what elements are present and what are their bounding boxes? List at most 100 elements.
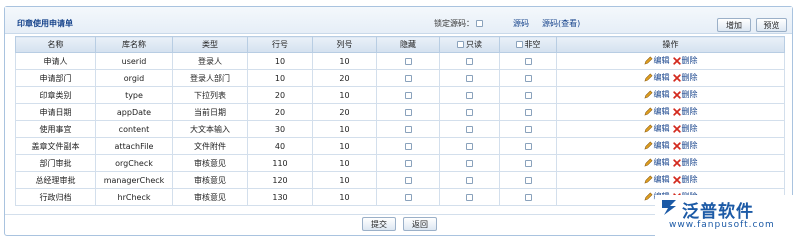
cell-name: 盖章文件副本 [15, 137, 96, 155]
hidden-checkbox[interactable] [404, 91, 412, 99]
cell-type: 登录人部门 [172, 69, 248, 87]
cell-name: 总经理审批 [15, 171, 96, 189]
pencil-icon[interactable] [643, 175, 653, 184]
readonly-checkbox[interactable] [466, 57, 473, 65]
cell-name: 部门审批 [15, 154, 96, 172]
hidden-cell [376, 137, 440, 155]
lock-source-label: 锁定源码： [434, 19, 474, 28]
cell-row: 20 [247, 86, 313, 104]
delete-link[interactable]: 删除 [682, 174, 698, 185]
cell-type: 审核意见 [172, 154, 248, 172]
hidden-checkbox[interactable] [404, 74, 412, 82]
required-checkbox[interactable] [524, 125, 532, 133]
required-checkbox[interactable] [524, 142, 532, 150]
add-button[interactable]: 增加 [717, 18, 751, 32]
delete-link[interactable]: 删除 [682, 72, 698, 83]
edit-link[interactable]: 编辑 [654, 174, 670, 185]
table-header-row: 名称 库名称 类型 行号 列号 隐藏 只读 非空 操作 [15, 36, 785, 53]
lock-source-option: 锁定源码： [434, 18, 483, 29]
required-cell [499, 171, 557, 189]
edit-link[interactable]: 编辑 [654, 140, 670, 151]
readonly-checkbox[interactable] [466, 91, 473, 99]
hidden-checkbox[interactable] [404, 159, 412, 167]
delete-link[interactable]: 删除 [682, 106, 698, 117]
table-row: 申请日期 appDate 当前日期 20 20 编辑 删除 [15, 103, 785, 121]
cell-actions: 编辑 删除 [556, 52, 785, 70]
delete-link[interactable]: 删除 [682, 157, 698, 168]
cell-col: 10 [312, 86, 377, 104]
edit-link[interactable]: 编辑 [654, 123, 670, 134]
hidden-checkbox[interactable] [404, 193, 412, 201]
preview-button[interactable]: 预览 [756, 18, 787, 32]
hidden-cell [376, 86, 440, 104]
cell-row: 20 [247, 103, 313, 121]
source-view-link[interactable]: 源码(查看) [542, 18, 580, 29]
delete-link[interactable]: 删除 [682, 123, 698, 134]
pencil-icon[interactable] [643, 141, 653, 150]
back-button[interactable]: 返回 [403, 217, 437, 231]
edit-link[interactable]: 编辑 [654, 157, 670, 168]
cell-actions: 编辑 删除 [556, 120, 785, 138]
pencil-icon[interactable] [643, 90, 653, 99]
readonly-checkbox[interactable] [466, 142, 473, 150]
delete-link[interactable]: 删除 [682, 89, 698, 100]
pencil-icon[interactable] [643, 73, 653, 82]
cell-name: 行政归档 [15, 188, 96, 206]
delete-x-icon[interactable] [672, 175, 681, 184]
col-header-required: 非空 [499, 36, 557, 53]
hidden-checkbox[interactable] [404, 176, 412, 184]
cell-type: 审核意见 [172, 188, 248, 206]
required-checkbox[interactable] [524, 159, 532, 167]
edit-link[interactable]: 编辑 [654, 89, 670, 100]
pencil-icon[interactable] [643, 124, 653, 133]
readonly-checkbox[interactable] [466, 108, 473, 116]
readonly-all-checkbox[interactable] [457, 41, 464, 48]
edit-link[interactable]: 编辑 [654, 72, 670, 83]
readonly-cell [439, 103, 500, 121]
hidden-checkbox[interactable] [404, 108, 412, 116]
hidden-checkbox[interactable] [404, 125, 412, 133]
cell-name: 印章类别 [15, 86, 96, 104]
delete-x-icon[interactable] [672, 158, 681, 167]
cell-name: 使用事宜 [15, 120, 96, 138]
delete-link[interactable]: 删除 [682, 55, 698, 66]
cell-type: 当前日期 [172, 103, 248, 121]
source-link[interactable]: 源码 [513, 18, 529, 29]
pencil-icon[interactable] [643, 192, 653, 201]
required-checkbox[interactable] [524, 91, 532, 99]
delete-x-icon[interactable] [672, 90, 681, 99]
required-checkbox[interactable] [524, 74, 532, 82]
delete-link[interactable]: 删除 [682, 140, 698, 151]
required-checkbox[interactable] [524, 176, 532, 184]
readonly-checkbox[interactable] [466, 159, 473, 167]
readonly-checkbox[interactable] [466, 74, 473, 82]
hidden-checkbox[interactable] [404, 142, 412, 150]
page-title: 印章使用申请单 [17, 19, 73, 28]
required-checkbox[interactable] [524, 108, 532, 116]
hidden-cell [376, 188, 440, 206]
pencil-icon[interactable] [643, 56, 653, 65]
delete-x-icon[interactable] [672, 141, 681, 150]
readonly-checkbox[interactable] [466, 193, 473, 201]
required-checkbox[interactable] [524, 57, 532, 65]
cell-field: userid [95, 52, 173, 70]
col-header-field: 库名称 [95, 36, 173, 53]
readonly-checkbox[interactable] [466, 125, 473, 133]
readonly-checkbox[interactable] [466, 176, 473, 184]
delete-x-icon[interactable] [672, 124, 681, 133]
required-all-checkbox[interactable] [515, 41, 523, 48]
delete-x-icon[interactable] [672, 56, 681, 65]
hidden-cell [376, 103, 440, 121]
pencil-icon[interactable] [643, 158, 653, 167]
edit-link[interactable]: 编辑 [654, 106, 670, 117]
lock-source-checkbox[interactable] [476, 20, 483, 27]
table-body: 申请人 userid 登录人 10 10 编辑 删除 申请部门 orgid 登录人部门 10 2… [15, 52, 785, 206]
delete-x-icon[interactable] [672, 73, 681, 82]
required-checkbox[interactable] [524, 193, 532, 201]
pencil-icon[interactable] [643, 107, 653, 116]
delete-x-icon[interactable] [672, 107, 681, 116]
cell-col: 10 [312, 154, 377, 172]
submit-button[interactable]: 提交 [362, 217, 396, 231]
hidden-checkbox[interactable] [404, 57, 412, 65]
edit-link[interactable]: 编辑 [654, 55, 670, 66]
